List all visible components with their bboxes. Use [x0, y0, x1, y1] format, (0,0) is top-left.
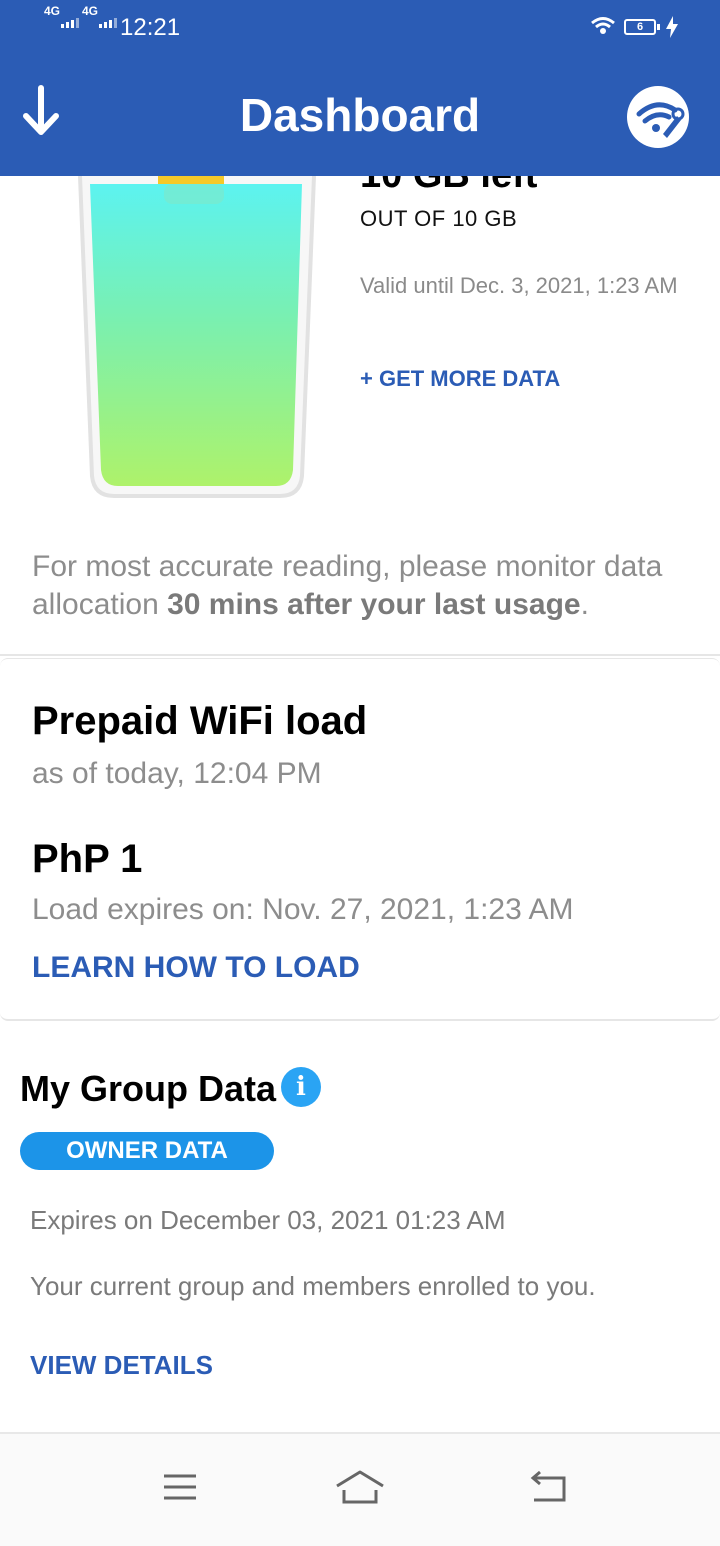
app-header: 4G 4G 12:21 6 Dashboard — [0, 0, 720, 176]
accuracy-note: For most accurate reading, please monito… — [32, 548, 702, 624]
system-nav-bar — [0, 1432, 720, 1546]
home-icon[interactable] — [330, 1462, 390, 1512]
learn-how-to-load-link[interactable]: LEARN HOW TO LOAD — [32, 951, 360, 985]
wifi-settings-icon — [636, 102, 685, 138]
battery-icon: 6 — [624, 19, 660, 35]
data-balance-card: 10 GB left OUT OF 10 GB Valid until Dec.… — [0, 176, 720, 656]
signal-1-icon: 4G — [44, 4, 81, 28]
status-bar: 4G 4G 12:21 6 — [0, 0, 720, 60]
group-data-expiry: Expires on December 03, 2021 01:23 AM — [30, 1205, 506, 1235]
load-expiry: Load expires on: Nov. 27, 2021, 1:23 AM — [32, 893, 574, 926]
status-time: 12:21 — [120, 14, 181, 41]
signal-2-label: 4G — [82, 4, 99, 18]
wifi-status-icon — [591, 17, 615, 34]
page-title: Dashboard — [239, 89, 481, 141]
owner-data-badge: OWNER DATA — [20, 1132, 274, 1170]
data-glass-graphic — [78, 176, 316, 498]
wifi-settings-button[interactable] — [627, 86, 689, 148]
group-data-description: Your current group and members enrolled … — [30, 1271, 596, 1301]
data-remaining: 10 GB left — [360, 176, 537, 197]
prepaid-load-title: Prepaid WiFi load — [32, 699, 368, 743]
signal-1-label: 4G — [44, 4, 61, 18]
data-validity: Valid until Dec. 3, 2021, 1:23 AM — [360, 273, 678, 298]
data-total: OUT OF 10 GB — [360, 206, 518, 231]
group-data-title: My Group Data — [20, 1068, 277, 1109]
get-more-data-link[interactable]: + GET MORE DATA — [360, 366, 560, 392]
load-amount: PhP 1 — [32, 837, 143, 881]
note-end: . — [580, 588, 589, 621]
back-icon[interactable] — [518, 1462, 578, 1512]
note-emphasis: 30 mins after your last usage — [167, 588, 581, 621]
info-icon[interactable]: i — [281, 1067, 321, 1107]
signal-2-icon: 4G — [82, 4, 119, 28]
prepaid-load-card: Prepaid WiFi load as of today, 12:04 PM … — [0, 658, 720, 1021]
battery-level: 6 — [636, 21, 644, 33]
prepaid-load-timestamp: as of today, 12:04 PM — [32, 757, 322, 790]
menu-icon[interactable] — [150, 1462, 210, 1512]
view-details-link[interactable]: VIEW DETAILS — [30, 1350, 213, 1381]
charging-icon — [666, 16, 678, 38]
